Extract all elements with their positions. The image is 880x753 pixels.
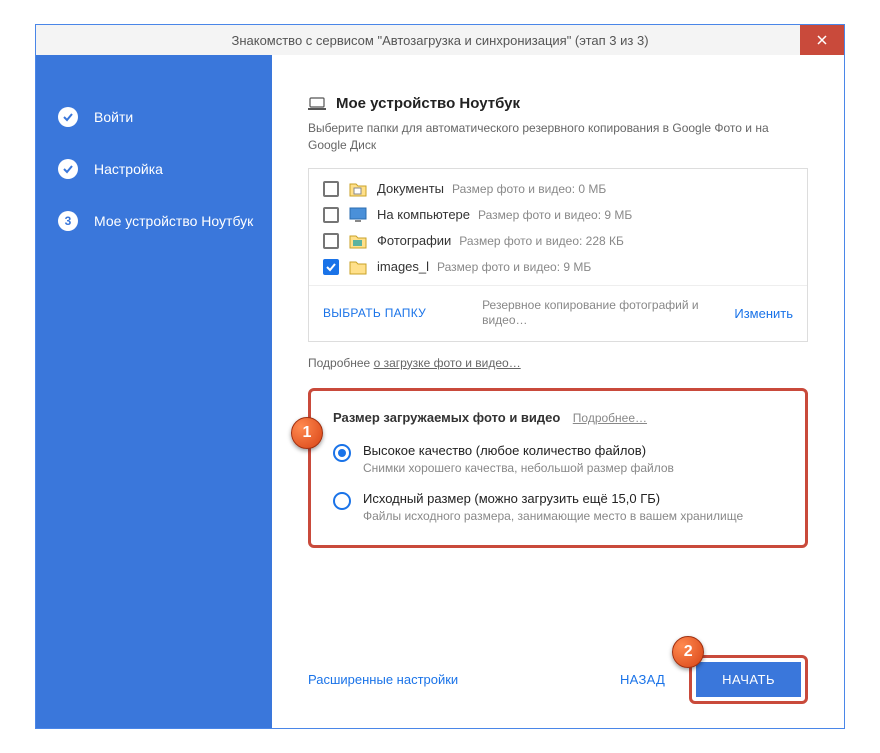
sidebar-step-label: Мое устройство Ноутбук	[94, 213, 253, 229]
folder-list: Документы Размер фото и видео: 0 МБ На к…	[308, 168, 808, 342]
sidebar-step-label: Настройка	[94, 161, 163, 177]
upload-size-title: Размер загружаемых фото и видео	[333, 410, 560, 425]
annotation-marker-1: 1	[291, 417, 323, 449]
checkbox[interactable]	[323, 207, 339, 223]
sidebar-step-label: Войти	[94, 109, 133, 125]
radio-desc: Файлы исходного размера, занимающие мест…	[363, 509, 743, 523]
sidebar: Войти Настройка 3 Мое устройство Ноутбук	[36, 55, 272, 728]
annotation-marker-2: 2	[672, 636, 704, 668]
app-window: Знакомство с сервисом "Автозагрузка и си…	[35, 24, 845, 729]
sidebar-step-device: 3 Мое устройство Ноутбук	[58, 211, 272, 231]
radio-unselected-icon[interactable]	[333, 492, 351, 510]
sidebar-step-login: Войти	[58, 107, 272, 127]
about-upload-link[interactable]: о загрузке фото и видео…	[374, 356, 521, 370]
start-button-highlight: 2 НАЧАТЬ	[689, 655, 808, 704]
folder-actions: ВЫБРАТЬ ПАПКУ Резервное копирование фото…	[309, 285, 807, 341]
change-link[interactable]: Изменить	[734, 306, 793, 321]
choose-folder-button[interactable]: ВЫБРАТЬ ПАПКУ	[323, 306, 426, 320]
folder-meta: Размер фото и видео: 9 МБ	[478, 208, 632, 222]
folder-name: На компьютере	[377, 207, 470, 222]
folder-meta: Размер фото и видео: 9 МБ	[437, 260, 591, 274]
footer: Расширенные настройки НАЗАД 2 НАЧАТЬ	[308, 635, 808, 704]
checkbox[interactable]	[323, 233, 339, 249]
folder-icon	[349, 259, 367, 275]
main-panel: Мое устройство Ноутбук Выберите папки дл…	[272, 55, 844, 728]
folder-row-documents[interactable]: Документы Размер фото и видео: 0 МБ	[323, 181, 793, 197]
folder-photos-icon	[349, 233, 367, 249]
device-header: Мое устройство Ноутбук	[308, 95, 808, 112]
upload-size-more-link[interactable]: Подробнее…	[573, 411, 647, 425]
sidebar-step-setup: Настройка	[58, 159, 272, 179]
radio-label: Исходный размер (можно загрузить ещё 15,…	[363, 491, 743, 506]
more-about: Подробнее о загрузке фото и видео…	[308, 356, 808, 370]
close-icon	[817, 35, 827, 45]
folder-row-photos[interactable]: Фотографии Размер фото и видео: 228 КБ	[323, 233, 793, 249]
folder-row-desktop[interactable]: На компьютере Размер фото и видео: 9 МБ	[323, 207, 793, 223]
check-icon	[58, 159, 78, 179]
titlebar: Знакомство с сервисом "Автозагрузка и си…	[36, 25, 844, 55]
folder-meta: Размер фото и видео: 228 КБ	[459, 234, 624, 248]
folder-name: Фотографии	[377, 233, 451, 248]
checkbox[interactable]	[323, 181, 339, 197]
check-icon	[58, 107, 78, 127]
radio-original-size[interactable]: Исходный размер (можно загрузить ещё 15,…	[333, 491, 783, 523]
radio-label: Высокое качество (любое количество файло…	[363, 443, 674, 458]
device-subtitle: Выберите папки для автоматического резер…	[308, 120, 808, 154]
device-title: Мое устройство Ноутбук	[336, 95, 520, 112]
advanced-settings-link[interactable]: Расширенные настройки	[308, 672, 458, 687]
checkbox-checked[interactable]	[323, 259, 339, 275]
folder-docs-icon	[349, 181, 367, 197]
laptop-icon	[308, 97, 326, 111]
radio-selected-icon[interactable]	[333, 444, 351, 462]
step-number-icon: 3	[58, 211, 78, 231]
folder-row-images[interactable]: images_l Размер фото и видео: 9 МБ	[323, 259, 793, 275]
folder-name: Документы	[377, 181, 444, 196]
upload-size-section: 1 Размер загружаемых фото и видео Подроб…	[308, 388, 808, 548]
folder-name: images_l	[377, 259, 429, 274]
close-button[interactable]	[800, 25, 844, 55]
desktop-icon	[349, 207, 367, 223]
folder-meta: Размер фото и видео: 0 МБ	[452, 182, 606, 196]
radio-high-quality[interactable]: Высокое качество (любое количество файло…	[333, 443, 783, 475]
start-button[interactable]: НАЧАТЬ	[696, 662, 801, 697]
backup-note: Резервное копирование фотографий и видео…	[482, 298, 734, 329]
radio-desc: Снимки хорошего качества, небольшой разм…	[363, 461, 674, 475]
window-body: Войти Настройка 3 Мое устройство Ноутбук…	[36, 55, 844, 728]
window-title: Знакомство с сервисом "Автозагрузка и си…	[231, 33, 648, 48]
back-button[interactable]: НАЗАД	[620, 672, 665, 687]
footer-right: НАЗАД 2 НАЧАТЬ	[620, 655, 808, 704]
